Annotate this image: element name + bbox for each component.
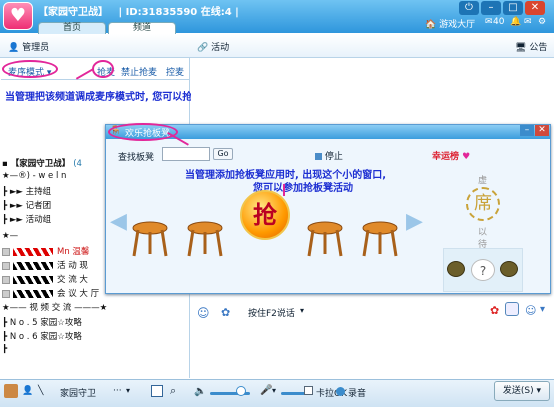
minimize-button[interactable]: – xyxy=(481,1,501,15)
chevron-down-icon[interactable]: ▾ xyxy=(272,386,276,395)
waiting-seat: 虚 席 以 待 xyxy=(448,165,520,250)
tree-item-label: 交 流 大 xyxy=(57,275,88,285)
activity-icon: 🔗 xyxy=(197,43,209,53)
user-icon: 👤 xyxy=(8,43,20,53)
chevron-down-icon: ▾ xyxy=(536,386,542,396)
lucky-list-label: 幸运榜 xyxy=(432,152,460,162)
channel-name: 家园守卫 xyxy=(60,389,97,399)
count-label: 40 xyxy=(493,17,505,27)
speaker-icon[interactable]: 🔈 xyxy=(194,386,206,397)
maximize-button[interactable]: □ xyxy=(503,1,523,15)
close-button[interactable]: ✕ xyxy=(525,1,545,15)
chevron-down-icon[interactable]: ▾ xyxy=(126,386,130,395)
stool-icon[interactable] xyxy=(132,221,168,257)
send-button[interactable]: 发送(S) ▾ xyxy=(494,381,550,401)
push-to-talk-button[interactable]: 按住F2说话 xyxy=(248,306,295,319)
go-button[interactable]: Go xyxy=(213,148,233,160)
gear-icon[interactable]: ⚙ xyxy=(538,17,546,27)
notice-button[interactable]: 🖥 公告 xyxy=(515,40,547,53)
lock-icon: ▪ xyxy=(2,159,8,169)
lucky-list-button[interactable]: 幸运榜 ♥ xyxy=(432,149,470,162)
flower-icon[interactable]: ✿ xyxy=(490,304,499,317)
banner-icon xyxy=(13,247,53,256)
lock-icon xyxy=(2,275,10,284)
tab-home[interactable]: 首页 xyxy=(38,22,106,34)
popup-close-button[interactable]: ✕ xyxy=(535,125,549,136)
bell-icon[interactable]: 🔔 xyxy=(510,17,521,27)
stop-icon xyxy=(315,153,322,160)
volume-slider-handle[interactable] xyxy=(236,386,246,396)
tree-item[interactable]: ┣ N o . 5 家园☆攻略 xyxy=(2,316,188,329)
avatar[interactable] xyxy=(4,384,18,398)
tree-item[interactable]: ┣ xyxy=(2,344,188,357)
window-title: 【家园守卫战】 | ID:31835590 在线:4 | xyxy=(38,7,239,18)
game-hall-link[interactable]: 🏠 游戏大厅 xyxy=(425,17,475,30)
stool-icon[interactable] xyxy=(187,221,223,257)
emoji-icon[interactable]: ☺ xyxy=(197,306,210,320)
record-label: 录音 xyxy=(348,389,367,399)
tree-item-label: 活 动 现 xyxy=(57,261,88,271)
lock-icon xyxy=(2,289,10,298)
banner-icon xyxy=(13,289,53,298)
screenshot-icon[interactable] xyxy=(151,385,163,397)
karaoke-checkbox[interactable] xyxy=(304,386,313,395)
stool-icon[interactable] xyxy=(307,221,343,257)
stop-button[interactable]: 停止 xyxy=(315,149,343,162)
frog-mascot-icon xyxy=(447,261,465,277)
inbox-icon[interactable]: ✉ xyxy=(485,17,493,27)
gift-icon[interactable]: ✿ xyxy=(221,306,230,319)
mail-icon[interactable]: ✉ xyxy=(524,17,532,27)
annotation-note: 当管理把该频道调成麦序模式时, 您可以抢麦说话 xyxy=(5,92,223,103)
tree-item[interactable]: ★—— 视 频 交 流 ———★ xyxy=(2,301,188,314)
game-hall-icon: 🏠 xyxy=(425,20,437,30)
user-icon[interactable]: 👤 xyxy=(22,386,33,396)
toolbar xyxy=(0,34,554,58)
pen-icon[interactable]: ╲ xyxy=(38,386,43,396)
tree-root-count: (4 xyxy=(73,159,82,169)
search-label: 查找板凳 xyxy=(118,153,155,163)
game-hall-label: 游戏大厅 xyxy=(439,20,476,30)
annotation-arrow xyxy=(283,184,285,196)
notice-label: 公告 xyxy=(529,43,548,53)
tree-item-label: Mn 温馨 xyxy=(57,247,90,257)
question-bubble: ? xyxy=(471,259,495,281)
highlight-ellipse xyxy=(2,60,58,78)
tree-item[interactable]: ┣ N o . 6 家园☆攻略 xyxy=(2,330,188,343)
record-icon[interactable] xyxy=(336,387,345,396)
chevron-down-icon[interactable]: ▾ xyxy=(540,304,545,315)
monitor-icon: 🖥 xyxy=(515,43,527,53)
admin-button[interactable]: 👤 管理员 xyxy=(8,40,49,53)
calendar-icon[interactable] xyxy=(505,302,519,316)
banner-icon xyxy=(13,261,53,270)
activity-label: 活动 xyxy=(211,43,230,53)
popup-minimize-button[interactable]: – xyxy=(520,125,534,136)
tree-root-label: 【家园守卫战】 xyxy=(10,159,71,169)
prev-arrow-icon[interactable]: ◀ xyxy=(110,208,127,236)
wait-seat-char: 席 xyxy=(466,187,500,221)
app-logo-icon: ♥ xyxy=(3,2,33,30)
search-icon[interactable]: ⌕ xyxy=(170,384,176,398)
no-grab-mic-button[interactable]: 禁止抢麦 xyxy=(121,65,157,78)
wait-char: 虚 xyxy=(478,176,488,186)
stop-label: 停止 xyxy=(324,152,343,162)
chat-icon[interactable]: ☺ xyxy=(525,304,536,317)
heart-icon: ♥ xyxy=(462,152,471,162)
frog-mascot-icon xyxy=(500,261,518,277)
tree-item-label: 会 议 大 厅 xyxy=(57,289,100,299)
activity-button[interactable]: 🔗 活动 xyxy=(197,40,229,53)
control-mic-button[interactable]: 控麦 xyxy=(166,65,184,78)
admin-label: 管理员 xyxy=(22,43,50,53)
grab-button[interactable]: 抢 xyxy=(240,190,290,240)
tab-channel[interactable]: 频道 xyxy=(108,22,176,34)
power-icon[interactable]: ⏻ xyxy=(459,1,479,15)
more-button[interactable]: ··· xyxy=(113,386,122,396)
stool-icon[interactable] xyxy=(362,221,398,257)
microphone-icon[interactable]: 🎤 xyxy=(260,385,272,396)
lock-icon xyxy=(2,247,10,256)
chevron-down-icon[interactable]: ▾ xyxy=(300,306,304,315)
send-label: 发送(S) xyxy=(502,386,534,396)
banner-icon xyxy=(13,275,53,284)
lock-icon xyxy=(2,261,10,270)
